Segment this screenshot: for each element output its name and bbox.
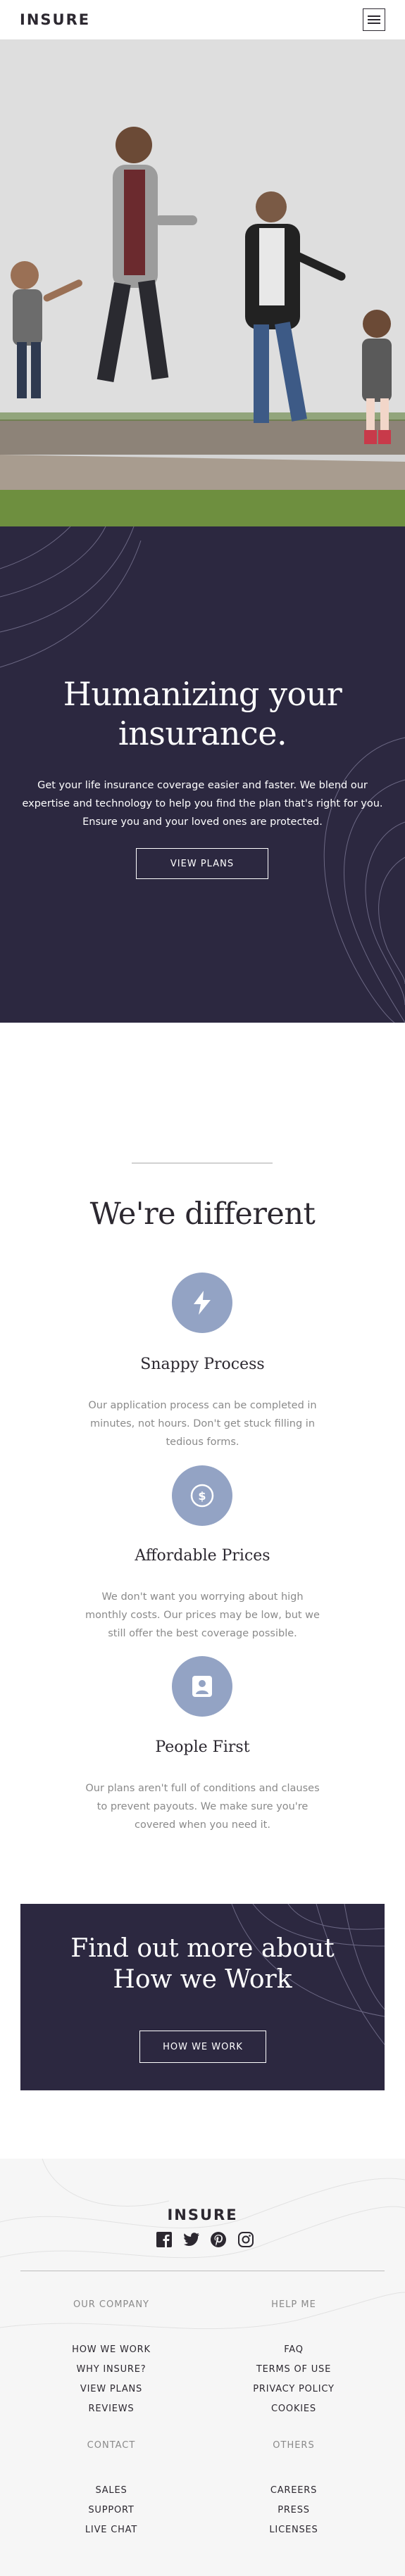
different-title: We're different [89,1197,316,1232]
social-links [156,2230,254,2249]
snappy-process-icon-circle [172,1273,232,1333]
cta-title-line-2: How we Work [113,1965,292,1994]
help-me-heading: HELP ME [271,2299,316,2310]
hamburger-icon [368,15,380,24]
footer-link-why-insure[interactable]: WHY INSURE? [41,2364,182,2375]
contour-pattern [0,526,405,1023]
footer-link-licenses[interactable]: LICENSES [223,2525,364,2535]
dollar-icon: $ [190,1484,214,1508]
contact-heading: CONTACT [87,2440,136,2451]
site-footer: INSURE OUR COMPANY HOW WE WORK WHY INSUR… [0,2159,405,2576]
hero-image [0,39,405,526]
footer-link-reviews[interactable]: REVIEWS [41,2404,182,2414]
cta-section: Find out more about How we Work HOW WE W… [20,1904,385,2090]
hero-section: Humanizing your insurance. Get your life… [0,526,405,1023]
people-first-icon-circle [172,1656,232,1717]
person-icon [192,1676,212,1697]
instagram-icon[interactable] [237,2231,254,2248]
footer-link-how-we-work[interactable]: HOW WE WORK [41,2344,182,2355]
footer-link-press[interactable]: PRESS [223,2505,364,2515]
hero-title: Humanizing your insurance. [0,674,405,753]
feature-text: We don't want you worrying about high mo… [85,1591,320,1639]
hero-title-line-1: Humanizing your [63,675,342,713]
cta-title-line-1: Find out more about [70,1934,335,1963]
footer-link-privacy-policy[interactable]: PRIVACY POLICY [223,2384,364,2394]
footer-link-terms-of-use[interactable]: TERMS OF USE [223,2364,364,2375]
feature-text: Our plans aren't full of conditions and … [85,1783,320,1831]
svg-text:$: $ [198,1489,206,1503]
hero-title-line-2: insurance. [118,714,287,752]
our-company-heading: OUR COMPANY [73,2299,149,2310]
logo[interactable]: INSURE [20,11,90,28]
menu-button[interactable] [363,8,385,31]
footer-link-live-chat[interactable]: LIVE CHAT [41,2525,182,2535]
footer-link-sales[interactable]: SALES [41,2485,182,2496]
site-header: INSURE [0,0,405,39]
footer-link-support[interactable]: SUPPORT [41,2505,182,2515]
cta-title: Find out more about How we Work [20,1933,385,1995]
view-plans-button[interactable]: VIEW PLANS [136,848,268,879]
how-we-work-button[interactable]: HOW WE WORK [139,2031,266,2063]
footer-link-view-plans[interactable]: VIEW PLANS [41,2384,182,2394]
footer-link-careers[interactable]: CAREERS [223,2485,364,2496]
footer-logo[interactable]: INSURE [0,2206,405,2223]
hero-description: Get your life insurance coverage easier … [22,780,383,828]
affordable-prices-icon-circle: $ [172,1465,232,1526]
footer-link-faq[interactable]: FAQ [223,2344,364,2355]
pinterest-icon[interactable] [210,2231,227,2248]
lightning-icon [194,1291,211,1315]
others-heading: OTHERS [273,2440,315,2451]
facebook-icon[interactable] [156,2231,173,2248]
footer-link-cookies[interactable]: COOKIES [223,2404,364,2414]
feature-text: Our application process can be completed… [88,1400,317,1448]
feature-title: Snappy Process [140,1356,265,1373]
feature-title: Affordable Prices [135,1547,270,1565]
feature-title: People First [155,1738,250,1756]
twitter-icon[interactable] [183,2231,200,2248]
